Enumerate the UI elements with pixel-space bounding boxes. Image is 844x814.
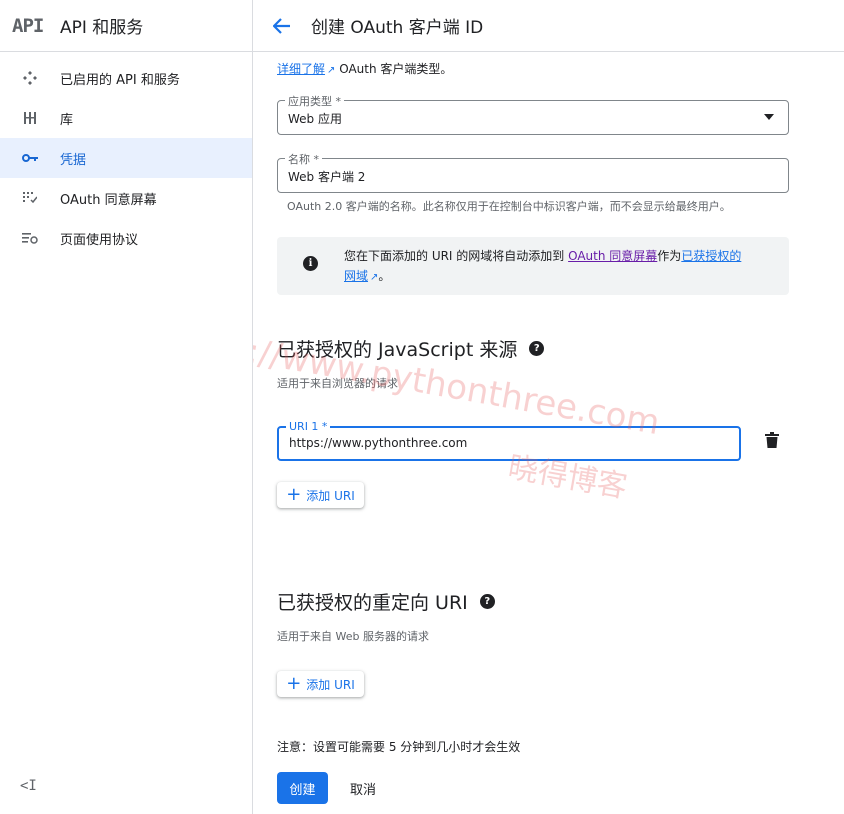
sidebar-nav: 已启用的 API 和服务 库 凭据 OAuth 同意屏幕 页面使用协议	[0, 58, 252, 258]
sidebar: API API 和服务 已启用的 API 和服务 库 凭据 OAuth 同意屏幕…	[0, 0, 253, 814]
info-text-part: 作为	[657, 249, 682, 263]
js-origins-title: 已获授权的 JavaScript 来源 ?	[277, 335, 545, 362]
key-icon	[0, 153, 60, 163]
info-text: 您在下面添加的 URI 的网域将自动添加到 OAuth 同意屏幕作为已获授权的网…	[344, 246, 774, 288]
add-redirect-uri-button[interactable]: + 添加 URI	[277, 671, 364, 697]
help-icon[interactable]: ?	[479, 594, 495, 609]
plus-icon: +	[286, 484, 302, 505]
api-logo: API	[12, 14, 44, 37]
sidebar-item-enabled-apis[interactable]: 已启用的 API 和服务	[0, 58, 252, 98]
uri-1-value: https://www.pythonthree.com	[289, 436, 468, 450]
collapse-sidebar-button[interactable]: <I	[20, 778, 37, 794]
settings-list-icon	[0, 232, 60, 244]
sidebar-item-label: OAuth 同意屏幕	[60, 192, 157, 208]
name-label: 名称 *	[285, 151, 322, 167]
info-icon: i	[303, 256, 318, 271]
intro-text: 详细了解 ↗ OAuth 客户端类型。	[277, 60, 452, 77]
add-uri-label: 添加 URI	[306, 677, 355, 692]
library-icon	[0, 112, 60, 124]
sidebar-item-page-usage[interactable]: 页面使用协议	[0, 218, 252, 258]
page-header: 创建 OAuth 客户端 ID	[253, 0, 844, 52]
authorized-link[interactable]: 已获授权的	[681, 249, 741, 263]
name-hint: OAuth 2.0 客户端的名称。此名称仅用于在控制台中标识客户端，而不会显示给…	[287, 200, 731, 213]
js-origins-subtitle: 适用于来自浏览器的请求	[277, 377, 398, 390]
sidebar-item-label: 库	[60, 112, 74, 128]
help-icon[interactable]: ?	[529, 341, 545, 356]
uri-1-label: URI 1 *	[286, 420, 331, 433]
page-title: 创建 OAuth 客户端 ID	[311, 18, 484, 38]
sidebar-title: API 和服务	[60, 18, 144, 38]
add-uri-label: 添加 URI	[306, 488, 355, 503]
cancel-button[interactable]: 取消	[350, 779, 376, 798]
learn-more-link[interactable]: 详细了解	[277, 62, 325, 76]
main-content: 详细了解 ↗ OAuth 客户端类型。 应用类型 * Web 应用 名称 * We…	[253, 52, 844, 814]
redirect-uris-subtitle: 适用于来自 Web 服务器的请求	[277, 630, 429, 643]
sidebar-item-oauth-consent[interactable]: OAuth 同意屏幕	[0, 178, 252, 218]
app-type-select[interactable]: 应用类型 * Web 应用	[277, 93, 789, 135]
add-js-origin-uri-button[interactable]: + 添加 URI	[277, 482, 364, 508]
diamond-icon	[0, 71, 60, 85]
sidebar-header: API API 和服务	[0, 0, 252, 52]
create-button[interactable]: 创建	[277, 772, 328, 804]
sidebar-item-label: 凭据	[60, 152, 87, 168]
sidebar-item-label: 已启用的 API 和服务	[60, 72, 180, 88]
oauth-consent-link[interactable]: OAuth 同意屏幕	[568, 249, 657, 263]
domain-link[interactable]: 网域	[344, 269, 368, 283]
uri-1-input[interactable]: URI 1 * https://www.pythonthree.com	[277, 420, 741, 461]
redirect-title-text: 已获授权的重定向 URI	[277, 592, 468, 614]
app-type-value: Web 应用	[288, 112, 342, 126]
name-value: Web 客户端 2	[288, 170, 366, 184]
sidebar-item-label: 页面使用协议	[60, 232, 139, 248]
sidebar-item-library[interactable]: 库	[0, 98, 252, 138]
consent-icon	[0, 192, 60, 204]
info-text-part: 。	[378, 269, 391, 283]
info-text-part: 您在下面添加的 URI 的网域将自动添加到	[344, 249, 569, 263]
name-field[interactable]: 名称 * Web 客户端 2	[277, 151, 789, 193]
plus-icon: +	[286, 673, 302, 694]
settings-note: 注意：设置可能需要 5 分钟到几小时才会生效	[277, 740, 521, 754]
info-banner: i 您在下面添加的 URI 的网域将自动添加到 OAuth 同意屏幕作为已获授权…	[277, 237, 789, 295]
dropdown-caret-icon	[764, 114, 774, 120]
back-arrow-icon[interactable]	[253, 17, 311, 34]
intro-suffix: OAuth 客户端类型。	[335, 62, 453, 76]
app-type-label: 应用类型 *	[285, 93, 344, 109]
redirect-uris-title: 已获授权的重定向 URI ?	[277, 588, 495, 615]
sidebar-item-credentials[interactable]: 凭据	[0, 138, 252, 178]
trash-icon[interactable]	[765, 432, 781, 450]
js-origins-title-text: 已获授权的 JavaScript 来源	[277, 339, 518, 361]
